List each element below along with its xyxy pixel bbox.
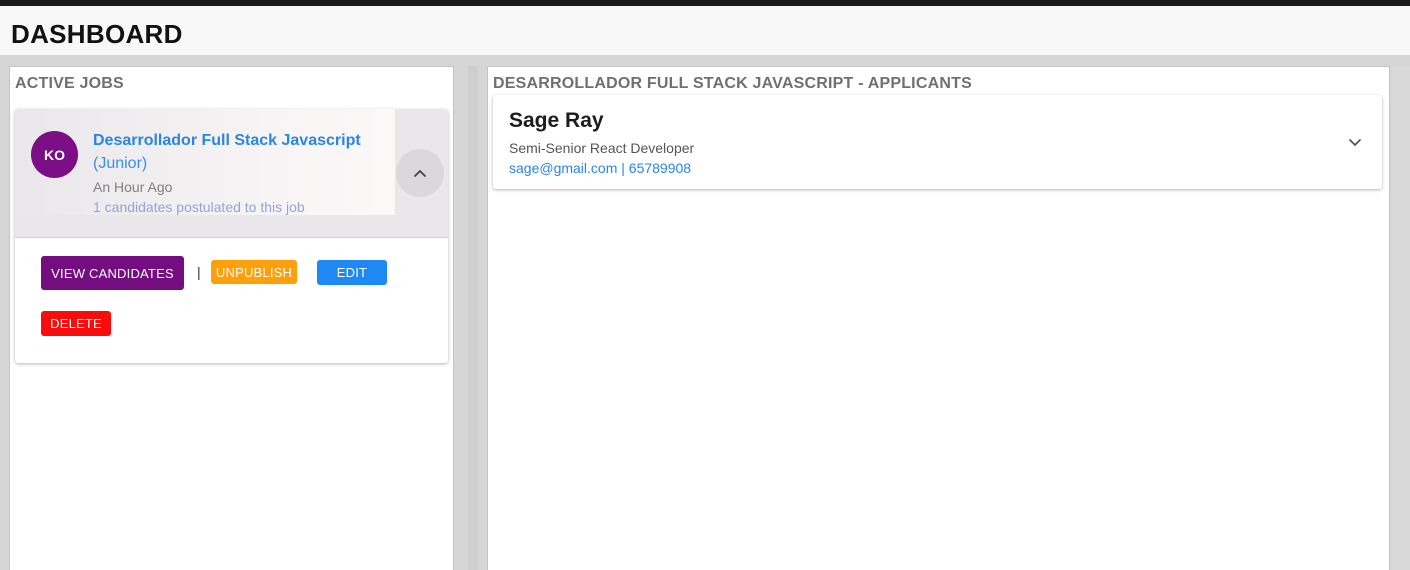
edit-button[interactable]: EDIT (317, 260, 387, 285)
unpublish-button[interactable]: UNPUBLISH (211, 260, 297, 284)
applicant-card[interactable]: Sage Ray Semi-Senior React Developer sag… (493, 95, 1382, 189)
applicant-name: Sage Ray (509, 109, 604, 132)
applicant-role: Semi-Senior React Developer (509, 140, 695, 156)
collapse-button[interactable] (396, 149, 444, 197)
separator: | (197, 264, 201, 280)
scrollbar-track[interactable] (1392, 66, 1410, 570)
job-level: (Junior) (93, 155, 148, 172)
job-posted-time: An Hour Ago (93, 179, 173, 195)
applicants-panel: DESARROLLADOR FULL STACK JAVASCRIPT - AP… (487, 66, 1390, 570)
page-header: DASHBOARD (0, 6, 1410, 55)
job-card: KO Desarrollador Full Stack Javascript (… (15, 109, 448, 363)
applicants-title: DESARROLLADOR FULL STACK JAVASCRIPT - AP… (493, 75, 972, 92)
panel-divider (468, 66, 478, 570)
view-candidates-button[interactable]: VIEW CANDIDATES (41, 256, 184, 290)
delete-button[interactable]: DELETE (41, 311, 111, 336)
active-jobs-title: ACTIVE JOBS (15, 75, 124, 92)
job-card-header[interactable]: KO Desarrollador Full Stack Javascript (… (15, 109, 448, 238)
chevron-up-icon (413, 169, 427, 177)
applicant-contact[interactable]: sage@gmail.com | 65789908 (509, 160, 691, 176)
chevron-down-icon[interactable] (1346, 133, 1364, 151)
job-candidates-count: 1 candidates postulated to this job (93, 199, 305, 215)
avatar: KO (31, 131, 78, 178)
job-title[interactable]: Desarrollador Full Stack Javascript (93, 132, 361, 150)
page-title: DASHBOARD (11, 19, 183, 49)
active-jobs-panel: ACTIVE JOBS KO Desarrollador Full Stack … (9, 66, 454, 570)
